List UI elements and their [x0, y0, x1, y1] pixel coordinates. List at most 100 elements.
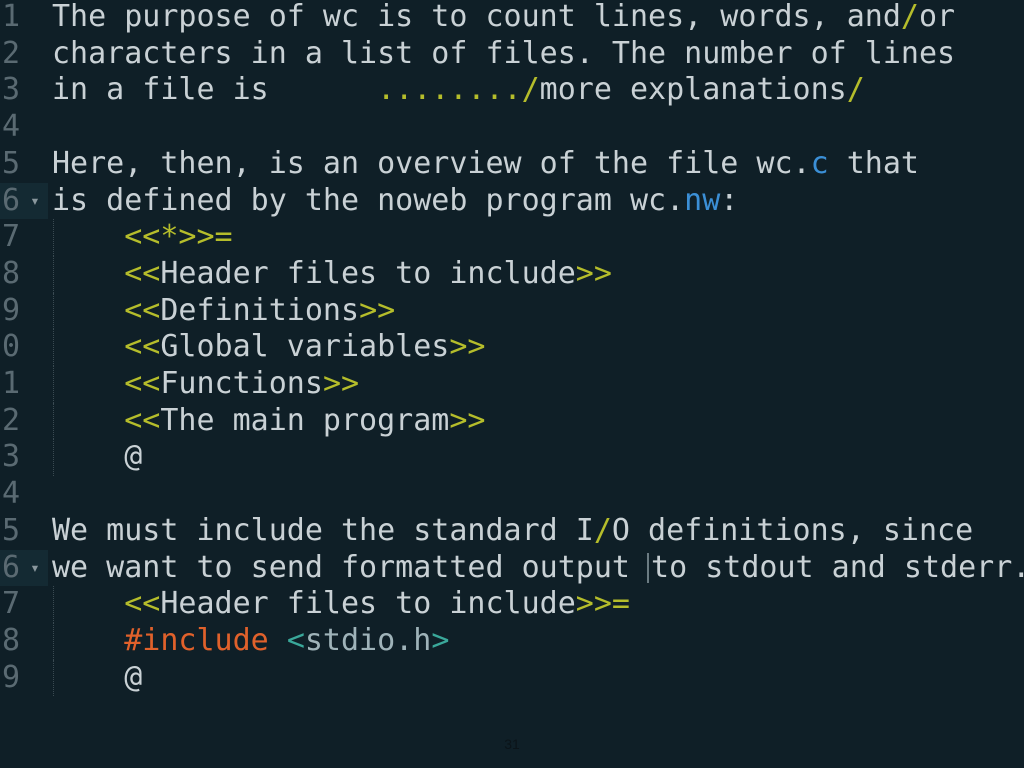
line-number-text: 7 — [2, 586, 21, 622]
line-number: 4 — [0, 476, 48, 513]
line-number: 9 — [0, 293, 48, 330]
code-line[interactable]: 3 @ — [0, 439, 1024, 477]
line-number-text: 2 — [2, 35, 21, 71]
code-line[interactable]: 9 @ — [0, 659, 1024, 697]
code-line[interactable]: 6 ▾ is defined by the noweb program wc.nw: — [0, 182, 1024, 220]
code-line[interactable]: 4 — [0, 476, 1024, 513]
code-token: Global variables — [160, 329, 450, 365]
code-editor[interactable]: 31 1 The purpose of wc is to count lines,… — [0, 0, 1024, 768]
code-line[interactable]: 5 Here, then, is an overview of the file … — [0, 146, 1024, 183]
line-number: 0 — [0, 329, 48, 366]
code-token: stdio.h — [304, 622, 432, 658]
code-token: : — [720, 182, 739, 218]
line-number-text: 0 — [2, 329, 21, 365]
code-token: / — [521, 72, 540, 108]
code-line[interactable]: 0 <<Global variables>> — [0, 329, 1024, 366]
code-token: more explanations — [539, 72, 847, 108]
code-line-text: The purpose of wc is to count lines, wor… — [52, 0, 955, 36]
line-number: 8 — [0, 623, 48, 660]
code-line-text: we want to send formatted output to stdo… — [52, 550, 1024, 587]
code-line[interactable]: 4 — [0, 109, 1024, 146]
code-line[interactable]: 8 #include <stdio.h> — [0, 622, 1024, 660]
code-line[interactable]: 5 We must include the standard I/O defini… — [0, 513, 1024, 550]
code-token: >> — [449, 329, 486, 365]
code-line[interactable]: 9 <<Definitions>> — [0, 292, 1024, 330]
code-line-text: <<Functions>> — [52, 366, 359, 403]
line-number: 1 — [0, 366, 48, 403]
line-number-text: 8 — [2, 255, 21, 291]
code-token: We must include the standard I — [52, 512, 594, 548]
code-line[interactable]: 2 characters in a list of files. The numb… — [0, 36, 1024, 73]
code-token: characters in a list of files. The numbe… — [52, 35, 956, 71]
code-line[interactable]: 7 <<*>>= — [0, 219, 1024, 256]
code-token: << — [124, 329, 161, 365]
code-token: >> — [322, 366, 360, 401]
code-line[interactable]: 7 <<Header files to include>>= — [0, 586, 1024, 623]
fold-arrow-icon[interactable]: ▾ — [26, 183, 44, 220]
code-token: << — [124, 402, 161, 438]
code-token: Header files to include — [160, 255, 576, 291]
code-line[interactable]: 2 <<The main program>> — [0, 402, 1024, 440]
line-number-text: 1 — [2, 0, 21, 34]
code-line-text: <<Definitions>> — [52, 293, 395, 330]
code-token: << — [124, 255, 161, 291]
text-cursor — [647, 553, 650, 583]
code-line-text: <<*>>= — [52, 219, 232, 256]
code-line-text: <<Global variables>> — [52, 329, 485, 366]
code-token: Here, then, is an overview of the file w… — [52, 145, 811, 181]
code-token: Functions — [160, 366, 323, 401]
code-line-text: <<Header files to include>> — [52, 256, 612, 293]
code-token: O definitions, since — [611, 512, 974, 548]
code-token: The main program — [160, 402, 450, 438]
line-number: 7 — [0, 586, 48, 623]
code-token: < — [286, 622, 305, 658]
code-line-text: <<The main program>> — [52, 403, 485, 440]
line-number: 5 — [0, 146, 48, 183]
fold-arrow-icon[interactable]: ▾ — [26, 550, 44, 587]
code-token: >> — [449, 402, 486, 438]
code-token: we want to send formatted output — [52, 549, 649, 585]
line-number: 2 — [0, 403, 48, 440]
line-number: 7 — [0, 219, 48, 256]
line-number-text: 3 — [2, 439, 21, 475]
line-number-text: 7 — [2, 219, 21, 255]
code-line-text: @ — [52, 660, 142, 697]
code-line-text: in a file is ......../more explanations/ — [52, 72, 865, 109]
line-number-text: 8 — [2, 622, 21, 658]
line-number: 4 — [0, 109, 48, 146]
line-number: 9 — [0, 660, 48, 697]
line-number-text: 9 — [2, 292, 21, 328]
code-token: is defined by the noweb program wc. — [52, 182, 685, 218]
code-token: @ — [52, 439, 143, 475]
line-number-text: 2 — [2, 402, 21, 438]
line-number: 3 — [0, 72, 48, 109]
code-token: The purpose of wc is to count lines, wor… — [52, 0, 901, 34]
slide-page-number: 31 — [504, 736, 520, 752]
line-number: 8 — [0, 256, 48, 293]
code-token: or — [918, 0, 956, 34]
line-number-text: 5 — [2, 145, 21, 181]
code-token: ........ — [377, 72, 522, 108]
line-number-text: 1 — [2, 366, 21, 401]
code-token: @ — [52, 659, 143, 695]
code-token: / — [593, 512, 612, 548]
line-number-text: 6 — [2, 182, 21, 218]
code-token: to stdout and stderr. — [651, 549, 1024, 585]
code-token: > — [431, 622, 450, 658]
code-line[interactable]: 3 in a file is ......../more explanations… — [0, 72, 1024, 109]
code-line-text: characters in a list of files. The numbe… — [52, 36, 955, 73]
line-number-text: 4 — [2, 476, 21, 512]
code-token: >> — [359, 292, 396, 328]
code-line-text: #include <stdio.h> — [52, 623, 449, 660]
code-line[interactable]: 6 ▾ we want to send formatted output to st… — [0, 549, 1024, 587]
code-line[interactable]: 1 <<Functions>> — [0, 366, 1024, 403]
code-token: << — [124, 366, 161, 401]
line-number-text: 6 — [2, 549, 21, 585]
line-number-text: 5 — [2, 512, 21, 548]
code-line[interactable]: 1 The purpose of wc is to count lines, wo… — [0, 0, 1024, 36]
code-line[interactable]: 8 <<Header files to include>> — [0, 255, 1024, 293]
